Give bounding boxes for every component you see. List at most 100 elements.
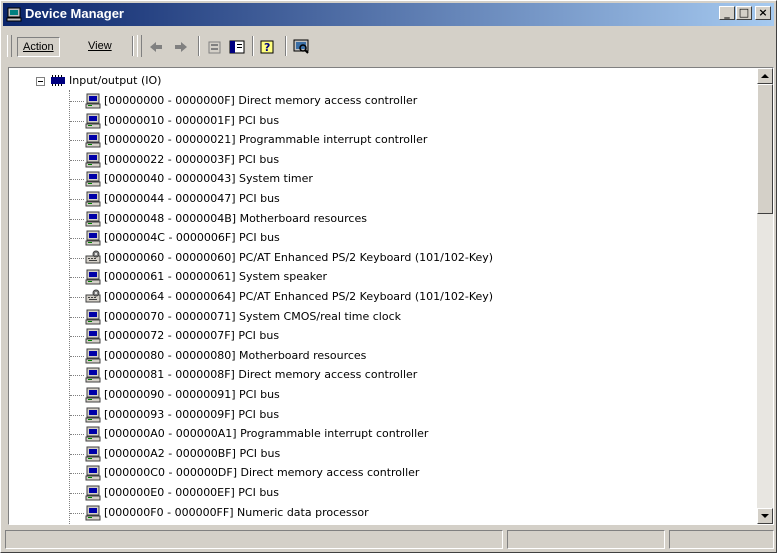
system-device-icon	[85, 348, 101, 367]
status-panel	[5, 530, 503, 549]
device-name: PCI bus	[238, 486, 280, 499]
scan-hardware-icon[interactable]	[293, 39, 309, 55]
scroll-down-button[interactable]	[757, 508, 773, 524]
tree-item[interactable]: [00000000 - 0000000F] Direct memory acce…	[9, 92, 749, 111]
keyboard-icon	[85, 289, 101, 308]
tree-connector-line	[70, 120, 84, 122]
tree-connector-line	[70, 414, 84, 416]
tree-item[interactable]: [000000E0 - 000000EF] PCI bus	[9, 484, 749, 503]
tree-item-label: [000000A2 - 000000BF] PCI bus	[104, 447, 280, 461]
tree-item[interactable]: [00000048 - 0000004B] Motherboard resour…	[9, 210, 749, 229]
io-range: [0000004C - 0000006F]	[104, 231, 236, 245]
device-name: Direct memory access controller	[238, 94, 418, 107]
device-name: Programmable interrupt controller	[240, 427, 429, 441]
device-name: PCI bus	[238, 113, 280, 127]
title-bar[interactable]: Device Manager _ □ ×	[3, 3, 774, 26]
system-device-icon	[85, 367, 101, 386]
tree-item[interactable]: [000000A2 - 000000BF] PCI bus	[9, 445, 749, 464]
tree-item[interactable]: [00000093 - 0000009F] PCI bus	[9, 406, 749, 425]
vertical-scrollbar[interactable]	[757, 68, 773, 524]
collapse-toggle[interactable]	[36, 77, 45, 86]
back-icon[interactable]	[148, 39, 164, 55]
tree-item-label: [0000004C - 0000006F] PCI bus	[104, 231, 280, 245]
io-range: [00000020 - 00000021]	[104, 133, 236, 147]
device-name: PCI bus	[239, 388, 280, 401]
maximize-button[interactable]: □	[736, 6, 752, 20]
io-range: [000000A0 - 000000A1]	[104, 427, 237, 441]
io-range: [00000070 - 00000071]	[104, 309, 236, 323]
tree-item[interactable]: [000000A0 - 000000A1] Programmable inter…	[9, 425, 749, 444]
toolbar-grip[interactable]	[137, 35, 142, 57]
tree-connector-line	[70, 316, 84, 318]
show-hide-tree-icon[interactable]	[229, 39, 245, 55]
system-device-icon	[85, 113, 101, 132]
minimize-icon: _	[724, 6, 730, 19]
tree-connector-line	[70, 218, 84, 220]
device-name: PCI bus	[238, 329, 280, 343]
scroll-thumb[interactable]	[757, 84, 773, 214]
view-menu-label: View	[88, 40, 112, 52]
action-menu[interactable]: Action	[17, 37, 60, 57]
forward-icon[interactable]	[173, 39, 189, 55]
help-icon[interactable]: ?	[260, 39, 276, 55]
arrow-up-icon	[761, 74, 769, 78]
tree-root-label[interactable]: Input/output (IO)	[69, 74, 161, 88]
close-icon: ×	[758, 6, 768, 19]
tree-item-label: [000000C0 - 000000DF] Direct memory acce…	[104, 466, 419, 480]
toolbar-separator	[285, 36, 287, 56]
tree-connector-line	[70, 238, 84, 240]
io-range: [00000072 - 0000007F]	[104, 329, 235, 343]
tree-connector-line	[70, 453, 84, 455]
tree-item-label: [00000022 - 0000003F] PCI bus	[104, 153, 279, 167]
tree-item[interactable]: [00000040 - 00000043] System timer	[9, 170, 749, 189]
tree-item[interactable]: [00000020 - 00000021] Programmable inter…	[9, 131, 749, 150]
tree-item[interactable]: [000000F0 - 000000FF] Numeric data proce…	[9, 504, 749, 523]
io-range: [00000081 - 0000008F]	[104, 368, 235, 382]
properties-icon[interactable]	[207, 39, 223, 55]
view-menu[interactable]: View	[83, 37, 117, 55]
window-title: Device Manager	[25, 6, 124, 21]
tree-item[interactable]: [00000022 - 0000003F] PCI bus	[9, 151, 749, 170]
tree-connector-line	[70, 355, 84, 357]
menu-grip[interactable]	[7, 35, 12, 57]
tree-connector-line	[70, 434, 84, 436]
tree-item[interactable]: [00000070 - 00000071] System CMOS/real t…	[9, 308, 749, 327]
system-device-icon	[85, 191, 101, 210]
computer-icon	[6, 7, 22, 22]
system-device-icon	[85, 505, 101, 524]
system-device-icon	[85, 387, 101, 406]
scroll-up-button[interactable]	[757, 68, 773, 84]
svg-text:?: ?	[264, 41, 270, 54]
tree-item[interactable]: [00000010 - 0000001F] PCI bus	[9, 112, 749, 131]
tree-item-label: [00000044 - 00000047] PCI bus	[104, 192, 280, 206]
system-device-icon	[85, 269, 101, 288]
tree-item[interactable]: [0000004C - 0000006F] PCI bus	[9, 229, 749, 248]
tree-connector-line	[70, 179, 84, 181]
tree-item[interactable]: [00000064 - 00000064] PC/AT Enhanced PS/…	[9, 288, 749, 307]
tree-item[interactable]: [00000061 - 00000061] System speaker	[9, 268, 749, 287]
tree-item[interactable]: [00000090 - 00000091] PCI bus	[9, 386, 749, 405]
tree-item[interactable]: [00000044 - 00000047] PCI bus	[9, 190, 749, 209]
tree-item-label: [00000048 - 0000004B] Motherboard resour…	[104, 212, 367, 226]
tree-connector-line	[70, 336, 84, 338]
close-button[interactable]: ×	[755, 6, 771, 20]
system-device-icon	[85, 93, 101, 112]
tree-item[interactable]: [00000080 - 00000080] Motherboard resour…	[9, 347, 749, 366]
io-range: [00000010 - 0000001F]	[104, 113, 235, 127]
io-range: [000000A2 - 000000BF]	[104, 446, 236, 460]
tree-item[interactable]: [00000081 - 0000008F] Direct memory acce…	[9, 366, 749, 385]
tree-item[interactable]: [00000060 - 00000060] PC/AT Enhanced PS/…	[9, 249, 749, 268]
minimize-button[interactable]: _	[719, 6, 735, 20]
device-manager-window: Device Manager _ □ × Action View ? Input…	[0, 0, 777, 553]
device-name: Programmable interrupt controller	[239, 133, 428, 147]
tree-item[interactable]: [000000C0 - 000000DF] Direct memory acce…	[9, 464, 749, 483]
maximize-icon: □	[738, 6, 750, 19]
tree-item[interactable]: [00000072 - 0000007F] PCI bus	[9, 327, 749, 346]
io-range: [000000E0 - 000000EF]	[104, 486, 235, 499]
toolbar: Action View ?	[5, 31, 774, 61]
arrow-down-icon	[761, 514, 769, 518]
io-range: [00000040 - 00000043]	[104, 172, 236, 186]
system-device-icon	[85, 211, 101, 230]
device-name: Direct memory access controller	[240, 466, 420, 480]
keyboard-icon	[85, 250, 101, 269]
